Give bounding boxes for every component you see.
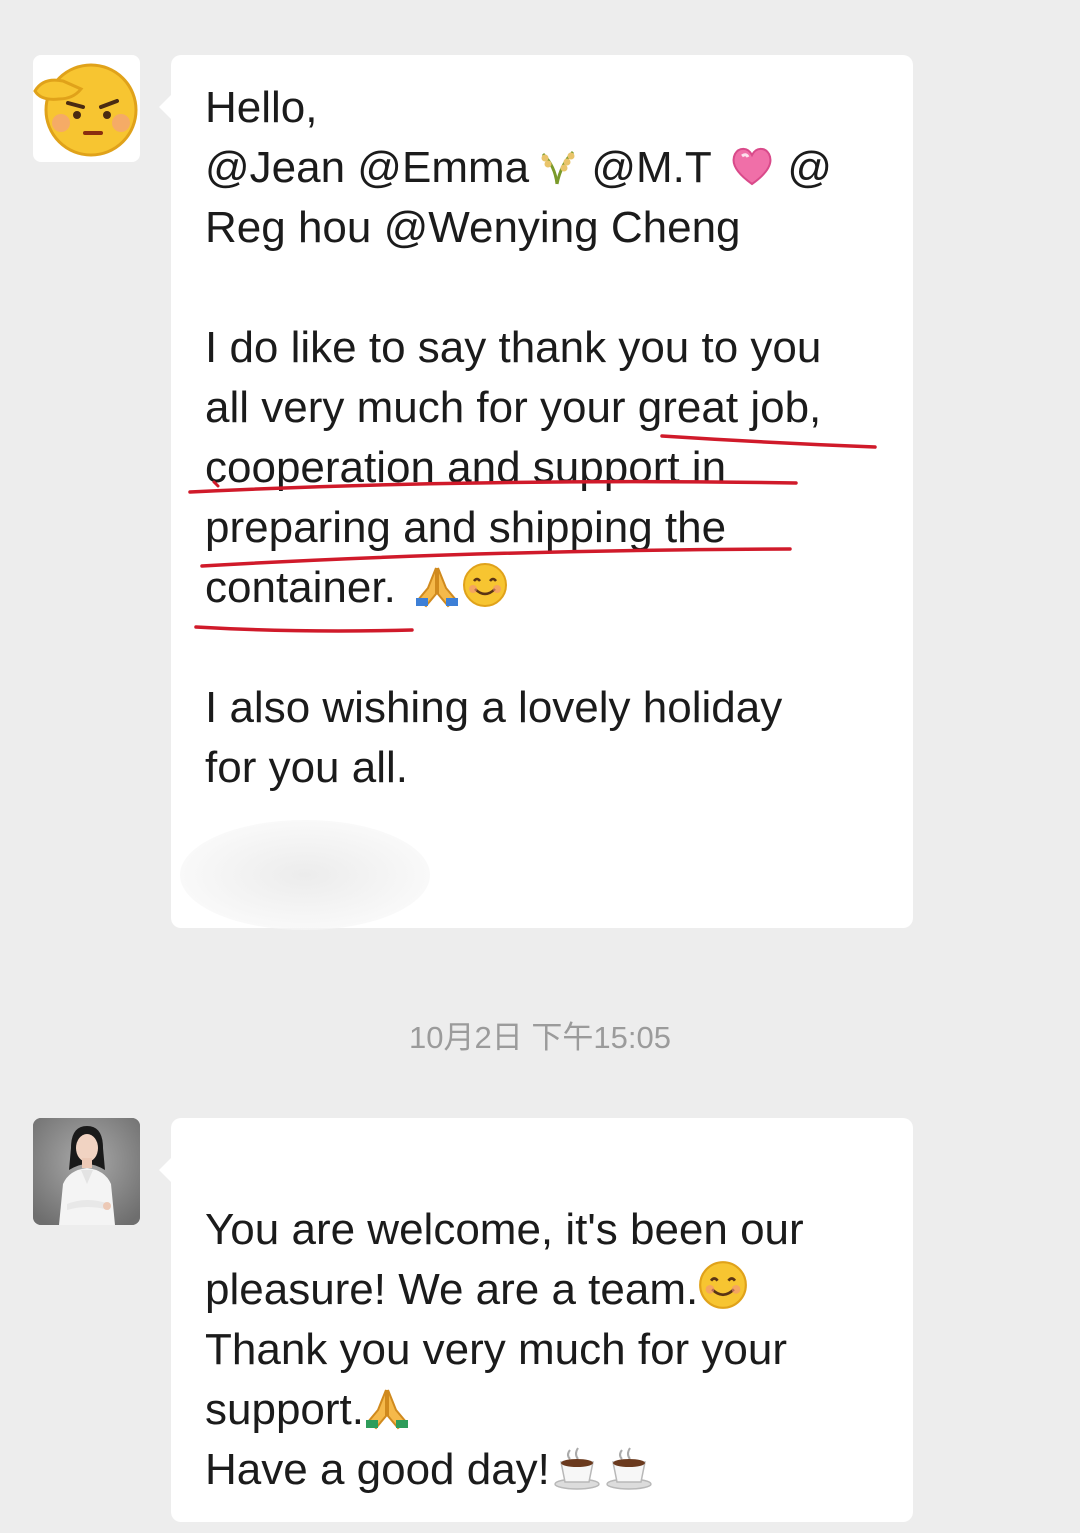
mention-text[interactable]: @	[775, 143, 832, 192]
rice-icon	[535, 144, 579, 188]
message-line: I do like to say thank you to you	[205, 323, 822, 372]
redaction-blur	[180, 820, 430, 930]
smile-icon	[462, 562, 508, 608]
coffee-icon	[552, 1446, 602, 1490]
heart-icon	[729, 144, 775, 188]
message-line: You are welcome, it's been our	[205, 1205, 804, 1254]
pray-icon	[414, 564, 460, 608]
salute-emoji-avatar[interactable]	[33, 55, 140, 162]
woman-profile-photo[interactable]	[33, 1118, 140, 1225]
pray-icon	[364, 1386, 410, 1430]
message-line: for you all.	[205, 743, 408, 792]
message-line: container.	[205, 558, 879, 618]
message-bubble[interactable]: Hello, @Jean @Emma @M.T @ Reg hou @Wenyi…	[159, 55, 913, 928]
message-bubble[interactable]: You are welcome, it's been our pleasure!…	[159, 1118, 913, 1522]
mention-text[interactable]: @Jean @Emma	[205, 143, 529, 192]
message-line: support.	[205, 1380, 879, 1440]
message-line: all very much for your great job,	[205, 383, 822, 432]
message-line: I also wishing a lovely holiday	[205, 683, 783, 732]
message-line: Have a good day!	[205, 1440, 879, 1500]
message-line: pleasure! We are a team.	[205, 1260, 879, 1320]
mention-text[interactable]: @M.T	[579, 143, 723, 192]
smile-icon	[698, 1260, 748, 1310]
message-line: cooperation and support in	[205, 443, 727, 492]
message-line: Thank you very much for your	[205, 1325, 788, 1374]
message-line: Reg hou @Wenying Cheng	[205, 203, 741, 252]
message-line: Hello,	[205, 83, 318, 132]
message-timestamp: 10月2日 下午15:05	[409, 1020, 671, 1055]
message-line: preparing and shipping the	[205, 503, 727, 552]
message-line: @Jean @Emma @M.T @	[205, 138, 879, 198]
coffee-icon	[604, 1446, 654, 1490]
